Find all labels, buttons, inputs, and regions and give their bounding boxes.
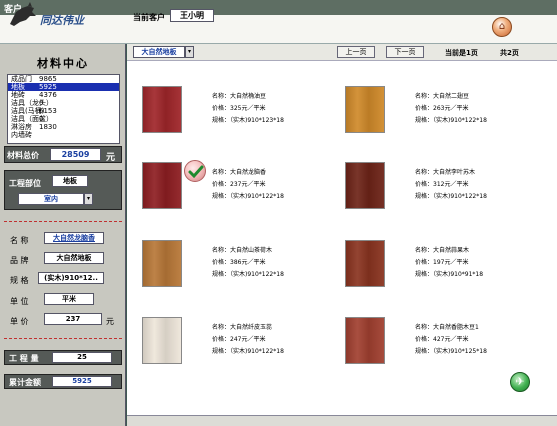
product-name: 名称：大自然龙脑香: [212, 169, 267, 176]
product-spec: 规格：（实木)910*125*18: [415, 348, 487, 355]
total-pages-label: 共2页: [500, 49, 519, 57]
category-value: 6153: [39, 107, 57, 115]
room-dropdown-button[interactable]: ▾: [84, 193, 93, 205]
product-image[interactable]: [142, 162, 182, 209]
product-name: 名称：大自然山茶荷木: [212, 247, 273, 254]
go-button[interactable]: ✈: [510, 372, 530, 392]
category-name: 洁具（面盆）: [11, 115, 53, 123]
chevron-down-icon: ▾: [86, 195, 90, 202]
amount-label: 累计金额: [9, 378, 41, 387]
category-name: 地板: [11, 83, 25, 91]
quantity-input[interactable]: 25: [52, 352, 112, 363]
category-value: 0: [39, 115, 44, 123]
product-image[interactable]: [345, 86, 385, 133]
product-image[interactable]: [142, 86, 182, 133]
category-name: 内墙砖: [11, 131, 32, 139]
quantity-label: 工 程 量: [9, 354, 39, 363]
product-name: 名称：大自然桷油豆: [212, 93, 267, 100]
product-price: 价格：386元／平米: [212, 259, 266, 266]
spec-value: (实木)910*12..: [38, 272, 104, 284]
product-price: 价格：427元／平米: [415, 336, 469, 343]
section-value[interactable]: 地板: [52, 175, 88, 187]
product-spec: 规格：（实木)910*122*18: [415, 193, 487, 200]
name-value: 大自然龙脑香: [44, 232, 104, 244]
product-spec: 规格：（实木)910*123*18: [212, 117, 284, 124]
product-name: 名称：大自然香脂木豆1: [415, 324, 479, 331]
horizontal-scrollbar[interactable]: [127, 415, 557, 426]
category-value: 5925: [39, 83, 57, 91]
category-list[interactable]: 成品门 9865 地板 5925 地砖 4376 洁具（龙头） 0 洁具(马桶) 6153 洁具（面…: [7, 74, 120, 144]
product-image[interactable]: [142, 317, 182, 364]
divider: [4, 221, 122, 222]
total-unit: 元: [106, 153, 116, 163]
product-spec: 规格：（实木)910*91*18: [415, 271, 484, 278]
product-spec: 规格：（实木)910*122*18: [415, 117, 487, 124]
divider: [4, 338, 122, 339]
category-list-item[interactable]: 地板 5925: [8, 83, 119, 91]
product-spec: 规格：（实木)910*122*18: [212, 193, 284, 200]
current-page-label: 当前是1页: [445, 49, 478, 57]
name-label: 名 称: [10, 236, 29, 245]
selected-check: [184, 160, 206, 182]
material-center-title: 材料中心: [37, 57, 89, 70]
plane-icon: ✈: [515, 375, 525, 388]
category-list-item[interactable]: 淋浴房 1830: [8, 123, 119, 131]
product-price: 价格：312元／平米: [415, 181, 469, 188]
logo-text: 同达伟业: [40, 14, 84, 27]
spec-label: 规 格: [10, 276, 29, 285]
price-label: 单 价: [10, 317, 29, 326]
product-price: 价格：247元／平米: [212, 336, 266, 343]
product-image[interactable]: [345, 240, 385, 287]
brand-value: 大自然地板: [44, 252, 104, 264]
current-customer-label: 当前客户: [133, 13, 165, 22]
next-page-button[interactable]: 下一页: [386, 46, 424, 58]
product-name: 名称：大自然二翅豆: [415, 93, 470, 100]
product-price: 价格：263元／平米: [415, 105, 469, 112]
category-value: 4376: [39, 91, 57, 99]
current-customer-field[interactable]: 王小明: [170, 9, 214, 22]
brand-label: 品 牌: [10, 256, 29, 265]
product-price: 价格：237元／平米: [212, 181, 266, 188]
category-value: 9865: [39, 75, 57, 83]
home-icon: ⌂: [498, 21, 506, 32]
chevron-down-icon: ▾: [187, 48, 191, 55]
price-value: 237: [44, 313, 102, 325]
product-name: 名称：大自然蒜果木: [415, 247, 470, 254]
product-area: [127, 44, 557, 426]
product-image[interactable]: [142, 240, 182, 287]
product-spec: 规格：（实木)910*122*18: [212, 271, 284, 278]
product-price: 价格：325元／平米: [212, 105, 266, 112]
category-list-item[interactable]: 成品门 9865: [8, 75, 119, 83]
product-name: 名称：大自然李叶苏木: [415, 169, 476, 176]
total-value: 28509: [50, 148, 101, 161]
total-label: 材料总价: [7, 151, 39, 160]
product-name: 名称：大自然纤皮玉蕊: [212, 324, 273, 331]
category-name: 洁具（龙头）: [11, 99, 53, 107]
category-name: 成品门: [11, 75, 32, 83]
section-label: 工程部位: [9, 179, 41, 188]
category-dropdown-button[interactable]: ▾: [185, 46, 194, 58]
category-list-item[interactable]: 洁具(马桶) 6153: [8, 107, 119, 115]
product-image[interactable]: [345, 317, 385, 364]
price-unit: 元: [106, 317, 114, 326]
category-value: 0: [39, 99, 44, 107]
product-spec: 规格：（实木)910*122*18: [212, 348, 284, 355]
category-list-item[interactable]: 内墙砖: [8, 131, 119, 139]
product-image[interactable]: [345, 162, 385, 209]
category-list-item[interactable]: 洁具（面盆） 0: [8, 115, 119, 123]
product-price: 价格：197元／平米: [415, 259, 469, 266]
home-button[interactable]: ⌂: [492, 17, 512, 37]
category-list-item[interactable]: 地砖 4376: [8, 91, 119, 99]
check-icon: [188, 165, 204, 179]
amount-value: 5925: [52, 376, 112, 387]
prev-page-button[interactable]: 上一页: [337, 46, 375, 58]
category-value: 1830: [39, 123, 57, 131]
category-name: 淋浴房: [11, 123, 32, 131]
room-select[interactable]: 室内: [18, 193, 84, 205]
unit-value: 平米: [44, 293, 94, 305]
unit-label: 单 位: [10, 297, 29, 306]
category-name: 地砖: [11, 91, 25, 99]
category-select[interactable]: 大自然地板: [133, 46, 185, 58]
category-list-item[interactable]: 洁具（龙头） 0: [8, 99, 119, 107]
